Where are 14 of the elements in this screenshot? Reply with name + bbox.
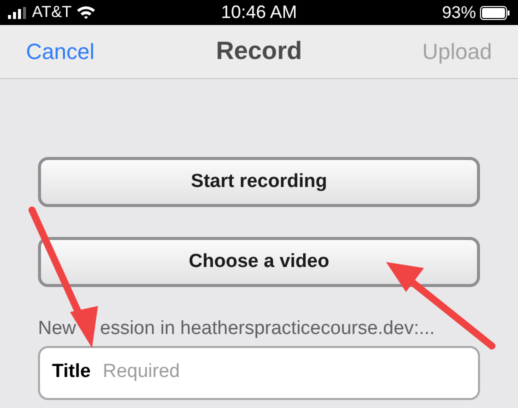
title-field[interactable]: Title Required [38, 346, 480, 400]
signal-icon [8, 6, 28, 18]
action-button[interactable]: Choose a video [38, 237, 480, 287]
battery-icon [480, 6, 510, 20]
battery-text: 93% [442, 2, 476, 24]
wifi-icon [76, 5, 96, 20]
field-label: Title [52, 360, 91, 384]
time-text: 10:46 AM [220, 1, 298, 24]
action-button[interactable]: Start recording [38, 157, 480, 207]
screen-title: Record [216, 36, 302, 67]
caption-text: ession in heatherspracticecourse.dev:... [100, 317, 435, 341]
carrier-text: AT&T [32, 2, 72, 22]
caption-text: New [38, 317, 76, 341]
title-input[interactable]: Required [102, 358, 466, 387]
